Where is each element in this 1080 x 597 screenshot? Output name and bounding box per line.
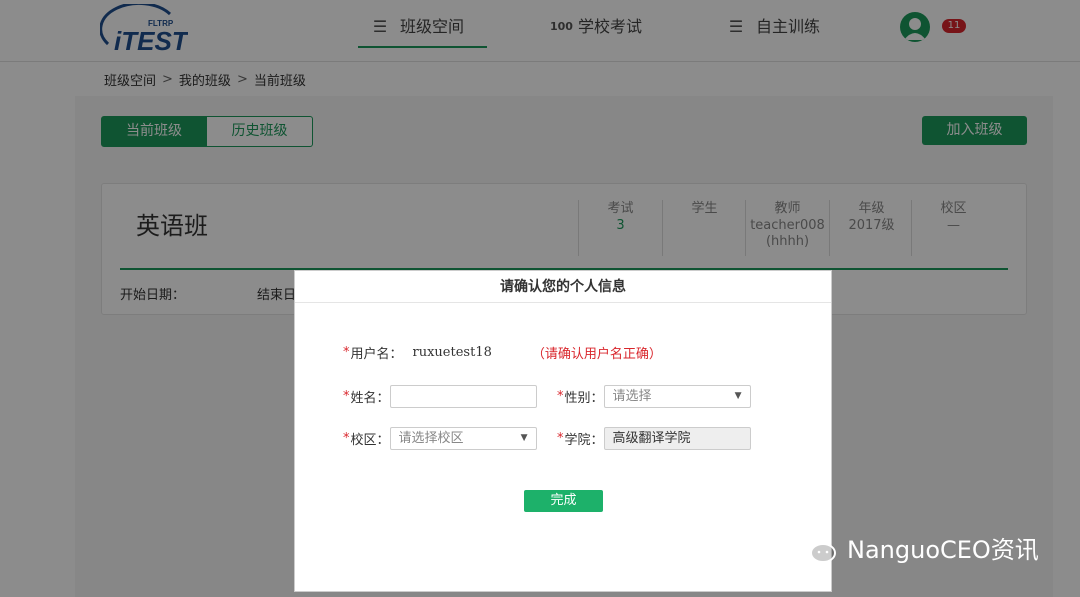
campus-select[interactable]: 请选择校区 ▼: [389, 427, 537, 450]
chevron-down-icon: ▼: [734, 391, 742, 401]
wechat-icon: [796, 532, 836, 563]
gender-label: 性别：: [564, 391, 604, 406]
college-label: 学院：: [564, 433, 604, 448]
gender-placeholder: 请选择: [612, 389, 652, 404]
done-button[interactable]: 完成: [524, 490, 603, 512]
campus-label: 校区：: [350, 433, 390, 448]
name-row: * 姓名：: [343, 385, 537, 408]
username-row: * 用户名： ruxuetest18 （请确认用户名正确）: [343, 343, 662, 362]
gender-select[interactable]: 请选择 ▼: [603, 385, 751, 408]
name-label: 姓名：: [350, 391, 390, 406]
watermark: NanguoCEO资讯: [795, 530, 1039, 565]
required-mark: *: [343, 389, 350, 404]
username-value: ruxuetest18: [412, 345, 492, 360]
required-mark: *: [343, 345, 350, 360]
dialog-title: 请确认您的个人信息: [295, 271, 831, 303]
required-mark: *: [557, 431, 564, 446]
chevron-down-icon: ▼: [520, 433, 528, 443]
username-label: 用户名：: [350, 347, 403, 362]
college-field: 高级翻译学院: [603, 427, 751, 450]
personal-info-dialog: 请确认您的个人信息 * 用户名： ruxuetest18 （请确认用户名正确） …: [294, 270, 832, 592]
watermark-text: NanguoCEO资讯: [847, 536, 1039, 564]
name-input[interactable]: [389, 385, 537, 408]
username-note: （请确认用户名正确）: [531, 347, 662, 362]
college-row: * 学院： 高级翻译学院: [557, 427, 751, 450]
required-mark: *: [343, 431, 350, 446]
gender-row: * 性别： 请选择 ▼: [557, 385, 751, 408]
campus-placeholder: 请选择校区: [398, 431, 464, 446]
campus-row: * 校区： 请选择校区 ▼: [343, 427, 537, 450]
required-mark: *: [557, 389, 564, 404]
